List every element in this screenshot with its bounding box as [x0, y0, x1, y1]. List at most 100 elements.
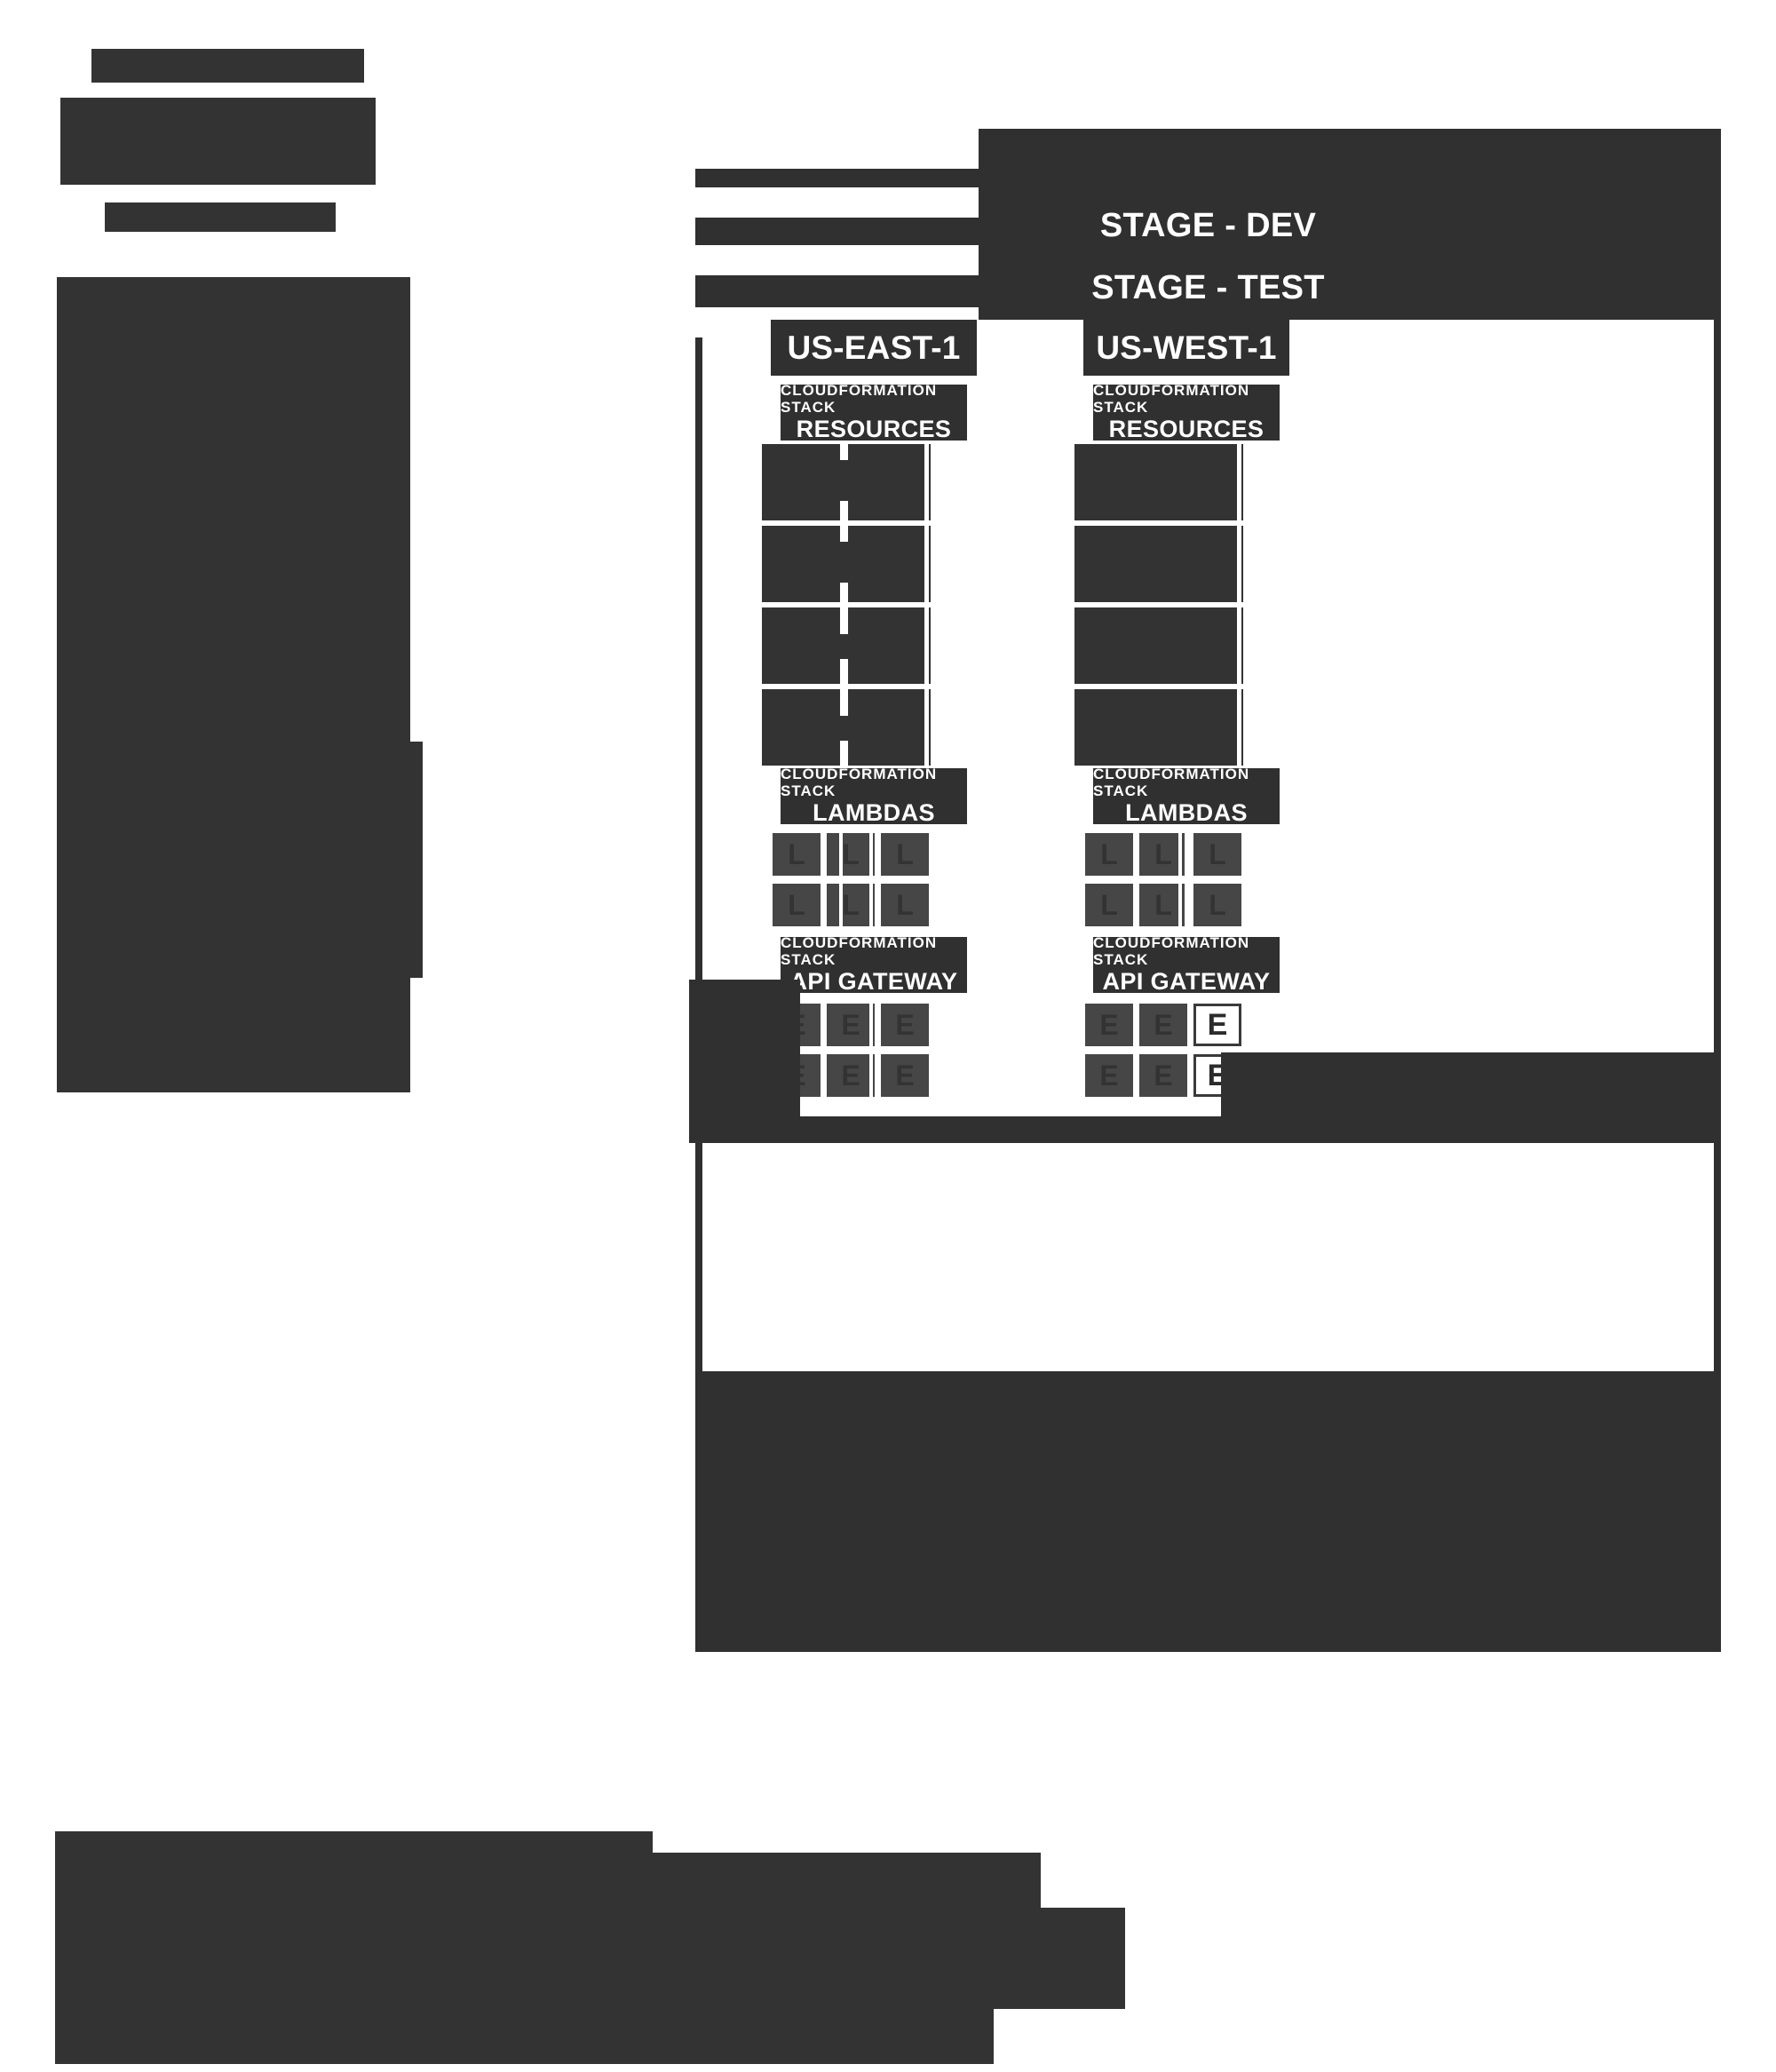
api-gateway-tile[interactable]: E	[1139, 1004, 1187, 1046]
resource-notch	[924, 444, 929, 520]
lambda-icon: L	[896, 888, 914, 921]
tile-notch	[1185, 884, 1187, 926]
stack-kicker: CLOUDFORMATION STACK	[1093, 766, 1250, 800]
lambda-icon: L	[842, 838, 860, 870]
lambda-tile[interactable]: L	[1085, 833, 1133, 876]
region-panel-gap-left	[702, 320, 771, 376]
redacted-subheading-block	[60, 98, 376, 185]
redacted-body-seg-2	[57, 375, 392, 629]
redacted-subheading-line	[105, 202, 336, 232]
resource-item[interactable]	[762, 526, 931, 602]
lambda-tile[interactable]: L	[773, 833, 821, 876]
redacted-body-seg-4	[57, 977, 398, 1092]
stack-title: RESOURCES	[1108, 416, 1265, 443]
stack-kicker: CLOUDFORMATION STACK	[781, 766, 938, 800]
architecture-diagram: STAGE - DEV STAGE - TEST STAGE - PRODUCT…	[649, 94, 1721, 1705]
lambda-icon: L	[896, 838, 914, 870]
stack-title: LAMBDAS	[1125, 799, 1248, 827]
resource-notch	[840, 741, 848, 766]
lambda-tile[interactable]: L	[827, 833, 875, 876]
endpoint-icon: E	[1207, 1007, 1228, 1042]
stack-title: RESOURCES	[796, 416, 952, 443]
resource-notch	[1237, 607, 1241, 684]
region-panel-gap-right	[1289, 320, 1714, 376]
resource-notch	[840, 689, 848, 716]
api-gateway-tile[interactable]: E	[827, 1004, 875, 1046]
lambda-icon: L	[788, 888, 805, 921]
resource-notch	[924, 607, 929, 684]
api-gateway-tile[interactable]: E	[1085, 1054, 1133, 1097]
resource-item[interactable]	[762, 444, 931, 520]
api-gateway-tile[interactable]: E	[881, 1054, 929, 1097]
resource-item[interactable]	[762, 607, 931, 684]
lambda-icon: L	[1100, 888, 1118, 921]
bottom-overlay-bar	[689, 1116, 1721, 1143]
endpoint-icon: E	[841, 1059, 860, 1092]
tile-notch	[869, 1054, 873, 1097]
tile-notch	[1178, 833, 1182, 876]
region-panel-gap-mid	[977, 320, 1083, 376]
lambda-icon: L	[842, 888, 860, 921]
api-gateway-tile-endpoint[interactable]: E	[1193, 1004, 1241, 1046]
resource-notch	[840, 501, 848, 520]
api-gateway-tile[interactable]: E	[1139, 1054, 1187, 1097]
resource-notch	[840, 444, 848, 460]
lambda-icon: L	[1209, 888, 1226, 921]
lambda-tile[interactable]: L	[1193, 884, 1241, 926]
stack-header-api-gateway-us-east-1[interactable]: CLOUDFORMATION STACK API GATEWAY	[781, 934, 967, 996]
resource-item[interactable]	[762, 689, 931, 766]
api-gateway-tile[interactable]: E	[1085, 1004, 1133, 1046]
stage-gap-strip-2	[649, 187, 979, 218]
resource-item[interactable]	[1074, 526, 1243, 602]
api-gateway-tile[interactable]: E	[827, 1054, 875, 1097]
tile-notch	[839, 884, 843, 926]
lambda-icon: L	[1100, 838, 1118, 870]
bottom-overlay-left	[689, 980, 800, 1125]
stack-kicker: CLOUDFORMATION STACK	[781, 382, 938, 417]
stack-title: LAMBDAS	[813, 799, 935, 827]
stack-title: API GATEWAY	[1102, 968, 1271, 996]
lambda-tile[interactable]: L	[881, 833, 929, 876]
stack-kicker: CLOUDFORMATION STACK	[1093, 382, 1250, 417]
resource-notch	[924, 526, 929, 602]
endpoint-icon: E	[841, 1008, 860, 1041]
lambda-tile[interactable]: L	[1139, 833, 1187, 876]
lambda-icon: L	[1209, 838, 1226, 870]
resource-notch	[1237, 689, 1241, 766]
stage-gap-strip-1	[649, 94, 979, 169]
tile-notch	[1185, 833, 1187, 876]
endpoint-icon: E	[895, 1008, 915, 1041]
resource-item[interactable]	[1074, 607, 1243, 684]
resource-notch	[1237, 444, 1241, 520]
stack-header-lambdas-us-west-1[interactable]: CLOUDFORMATION STACK LAMBDAS	[1093, 766, 1280, 827]
lambda-tile[interactable]: L	[827, 884, 875, 926]
endpoint-icon: E	[1099, 1008, 1119, 1041]
tile-notch	[869, 833, 873, 876]
tile-notch	[869, 1004, 873, 1046]
stack-title: API GATEWAY	[789, 968, 958, 996]
tile-notch	[869, 884, 873, 926]
stack-header-api-gateway-us-west-1[interactable]: CLOUDFORMATION STACK API GATEWAY	[1093, 934, 1280, 996]
lambda-tile[interactable]: L	[1139, 884, 1187, 926]
region-chip-us-east-1[interactable]: US-EAST-1	[771, 320, 977, 376]
redacted-body-seg-3	[57, 742, 423, 978]
lambda-tile[interactable]: L	[773, 884, 821, 926]
endpoint-icon: E	[1099, 1059, 1119, 1092]
stack-header-resources-us-west-1[interactable]: CLOUDFORMATION STACK RESOURCES	[1093, 382, 1280, 443]
lambda-tile[interactable]: L	[1085, 884, 1133, 926]
stack-kicker: CLOUDFORMATION STACK	[1093, 934, 1250, 969]
resource-notch	[924, 689, 929, 766]
resource-item[interactable]	[1074, 444, 1243, 520]
endpoint-icon: E	[1154, 1008, 1173, 1041]
redacted-footer-seg-4	[55, 1936, 994, 2064]
region-chip-us-west-1[interactable]: US-WEST-1	[1083, 320, 1289, 376]
lambda-tile[interactable]: L	[881, 884, 929, 926]
resource-item[interactable]	[1074, 689, 1243, 766]
stack-header-lambdas-us-east-1[interactable]: CLOUDFORMATION STACK LAMBDAS	[781, 766, 967, 827]
redacted-body-seg-5	[57, 277, 334, 377]
stage-gap-strip-3	[649, 245, 979, 275]
resource-notch	[840, 583, 848, 602]
stack-header-resources-us-east-1[interactable]: CLOUDFORMATION STACK RESOURCES	[781, 382, 967, 443]
api-gateway-tile[interactable]: E	[881, 1004, 929, 1046]
lambda-tile[interactable]: L	[1193, 833, 1241, 876]
